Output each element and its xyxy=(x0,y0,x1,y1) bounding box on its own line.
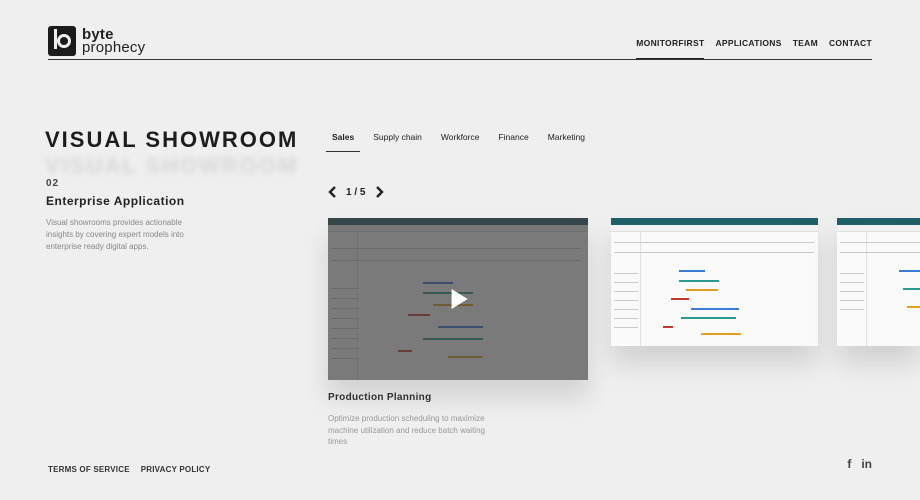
chevron-left-icon[interactable] xyxy=(326,185,338,199)
brand-wordmark: byte prophecy xyxy=(82,27,146,56)
category-tabs: Sales Supply chain Workforce Finance Mar… xyxy=(326,130,598,152)
privacy-link[interactable]: PRIVACY POLICY xyxy=(141,465,211,474)
footer-links: TERMS OF SERVICE PRIVACY POLICY xyxy=(48,465,210,474)
tab-supply-chain[interactable]: Supply chain xyxy=(367,130,428,152)
app-name: Enterprise Application xyxy=(46,194,185,208)
tab-sales[interactable]: Sales xyxy=(326,130,361,152)
app-description: Visual showrooms provides actionable ins… xyxy=(46,218,184,251)
nav-item-monitorfirst[interactable]: MONITORFIRST xyxy=(636,38,705,60)
card-description: Optimize production scheduling to maximi… xyxy=(328,414,485,446)
header-divider xyxy=(48,59,872,60)
carousel-pager: 1 / 5 xyxy=(326,185,385,199)
pager-count: 1 / 5 xyxy=(346,186,366,198)
tab-marketing[interactable]: Marketing xyxy=(542,130,591,152)
nav-item-applications[interactable]: APPLICATIONS xyxy=(715,38,781,60)
card-screenshot[interactable] xyxy=(611,218,818,346)
tab-workforce[interactable]: Workforce xyxy=(435,130,486,152)
tab-finance[interactable]: Finance xyxy=(492,130,534,152)
terms-link[interactable]: TERMS OF SERVICE xyxy=(48,465,130,474)
section-index: 02 xyxy=(46,178,60,189)
card-screenshot[interactable] xyxy=(328,218,588,380)
play-icon[interactable] xyxy=(451,289,468,309)
brand-logo[interactable]: byte prophecy xyxy=(48,26,145,56)
page-title-reflection: VISUAL SHOWROOM xyxy=(45,153,299,178)
social-links: f in xyxy=(847,457,872,471)
card-title: Production Planning xyxy=(328,392,432,403)
linkedin-icon[interactable]: in xyxy=(861,457,872,471)
card-screenshot[interactable] xyxy=(837,218,920,346)
page-title: VISUAL SHOWROOM xyxy=(45,127,299,152)
chevron-right-icon[interactable] xyxy=(373,185,385,199)
logo-icon xyxy=(48,26,76,56)
nav-item-contact[interactable]: CONTACT xyxy=(829,38,872,60)
facebook-icon[interactable]: f xyxy=(847,457,851,471)
showcase-card[interactable] xyxy=(611,218,818,346)
nav-item-team[interactable]: TEAM xyxy=(793,38,818,60)
main-nav: MONITORFIRST APPLICATIONS TEAM CONTACT xyxy=(636,38,872,60)
showcase-card-active[interactable]: Production Planning Optimize production … xyxy=(328,218,588,448)
showcase-card[interactable] xyxy=(837,218,920,346)
brand-line2: prophecy xyxy=(82,39,146,56)
